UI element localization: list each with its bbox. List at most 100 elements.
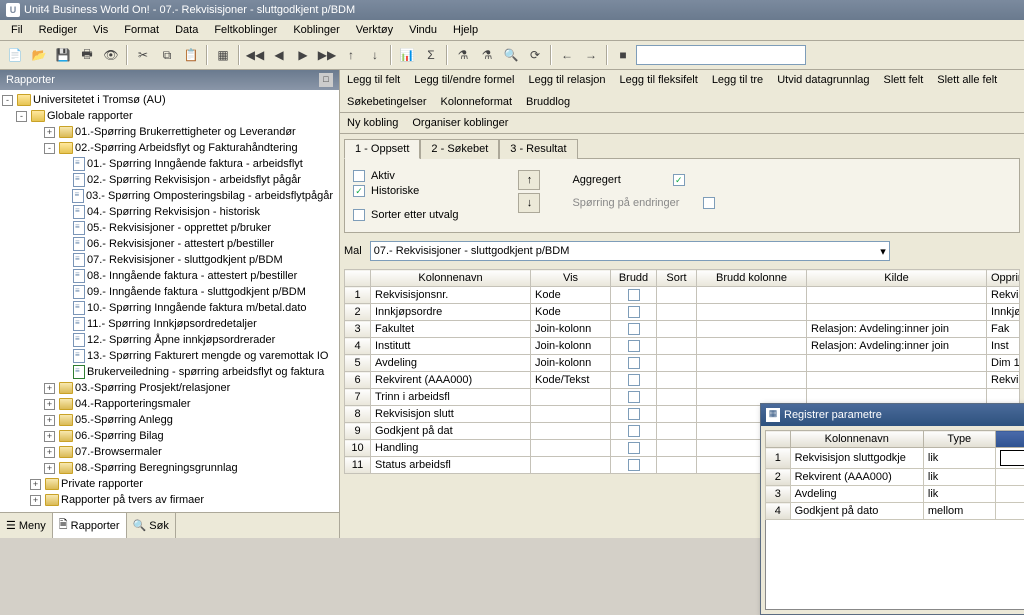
cmd-button[interactable]: Slett felt [881, 73, 927, 87]
tree-item[interactable]: 07.- Rekvisisjoner - sluttgodkjent p/BDM [2, 252, 337, 268]
brudd-checkbox[interactable] [611, 423, 657, 440]
tree-item[interactable]: 02.- Spørring Rekvisisjon - arbeidsflyt … [2, 172, 337, 188]
cmd-button[interactable]: Organiser koblinger [409, 116, 511, 130]
column-header[interactable]: Brudd kolonne [697, 270, 807, 287]
brudd-checkbox[interactable] [611, 321, 657, 338]
tree-item[interactable]: 13.- Spørring Fakturert mengde og varemo… [2, 348, 337, 364]
menu-rediger[interactable]: Rediger [32, 22, 85, 38]
expand-icon[interactable]: + [44, 383, 55, 394]
tree-item[interactable]: +04.-Rapporteringsmaler [2, 396, 337, 412]
sorter-checkbox[interactable] [353, 209, 365, 221]
column-header[interactable]: Kolonnenavn [371, 270, 531, 287]
tree-item[interactable]: 03.- Spørring Omposteringsbilag - arbeid… [2, 188, 337, 204]
table-row[interactable]: 5AvdelingJoin-kolonnDim 1 [345, 355, 1020, 372]
menu-fil[interactable]: Fil [4, 22, 30, 38]
tree-item[interactable]: 10.- Spørring Inngående faktura m/betal.… [2, 300, 337, 316]
expand-icon[interactable]: - [16, 111, 27, 122]
cmd-button[interactable]: Slett alle felt [934, 73, 1000, 87]
brudd-checkbox[interactable] [611, 457, 657, 474]
paste-icon[interactable]: 📋 [180, 44, 202, 66]
cmd-button[interactable]: Legg til relasjon [525, 73, 608, 87]
tree-item[interactable]: Brukerveiledning - spørring arbeidsflyt … [2, 364, 337, 380]
tree-item[interactable]: 01.- Spørring Inngående faktura - arbeid… [2, 156, 337, 172]
expand-icon[interactable]: + [44, 447, 55, 458]
preview-icon[interactable]: 👁 [100, 44, 122, 66]
dlg-column-header[interactable]: Type [923, 431, 995, 448]
expand-icon[interactable]: + [44, 463, 55, 474]
toolbar-combo[interactable] [636, 45, 806, 65]
subtab[interactable]: 2 - Søkebet [420, 139, 499, 159]
menu-hjelp[interactable]: Hjelp [446, 22, 485, 38]
filter1-icon[interactable]: ⚗ [452, 44, 474, 66]
dlg-column-header[interactable]: Kolonnenavn [790, 431, 923, 448]
sum-icon[interactable]: Σ [420, 44, 442, 66]
brudd-checkbox[interactable] [611, 338, 657, 355]
tree-item[interactable]: -02.-Spørring Arbeidsflyt og Fakturahånd… [2, 140, 337, 156]
tree-item[interactable]: +06.-Spørring Bilag [2, 428, 337, 444]
move-down-button[interactable]: ↓ [518, 193, 540, 213]
sheet-icon[interactable]: ▦ [212, 44, 234, 66]
expand-icon[interactable]: + [44, 127, 55, 138]
table-row[interactable]: 2InnkjøpsordreKodeInnkjøpsordre [345, 304, 1020, 321]
back-icon[interactable]: ← [556, 44, 578, 66]
brudd-checkbox[interactable] [611, 406, 657, 423]
cut-icon[interactable]: ✂ [132, 44, 154, 66]
next-icon[interactable]: ▶ [292, 44, 314, 66]
cmd-button[interactable]: Utvid datagrunnlag [774, 73, 872, 87]
cmd-button[interactable]: Legg til tre [709, 73, 766, 87]
expand-icon[interactable]: + [30, 495, 41, 506]
tree-item[interactable]: +08.-Spørring Beregningsgrunnlag [2, 460, 337, 476]
refresh-icon[interactable]: ⟳ [524, 44, 546, 66]
last-icon[interactable]: ▶▶ [316, 44, 338, 66]
search-icon[interactable]: 🔍 [500, 44, 522, 66]
left-tab-meny[interactable]: ☰Meny [0, 513, 53, 538]
param-row[interactable]: 3Avdelinglik [766, 486, 1024, 503]
brudd-checkbox[interactable] [611, 372, 657, 389]
tree-item[interactable]: +Rapporter på tvers av firmaer [2, 492, 337, 508]
menu-vindu[interactable]: Vindu [402, 22, 444, 38]
aggregert-checkbox[interactable]: ✓ [673, 174, 685, 186]
new-icon[interactable]: 📄 [4, 44, 26, 66]
move-up-button[interactable]: ↑ [518, 170, 540, 190]
menu-verktøy[interactable]: Verktøy [349, 22, 400, 38]
subtab[interactable]: 3 - Resultat [499, 139, 577, 159]
down-icon[interactable]: ↓ [364, 44, 386, 66]
cmd-button[interactable]: Legg til fleksifelt [617, 73, 701, 87]
historiske-checkbox[interactable]: ✓ [353, 185, 365, 197]
column-header[interactable]: Vis [531, 270, 611, 287]
expand-icon[interactable]: + [30, 479, 41, 490]
menu-vis[interactable]: Vis [86, 22, 115, 38]
tree-item[interactable]: 11.- Spørring Innkjøpsordredetaljer [2, 316, 337, 332]
forward-icon[interactable]: → [580, 44, 602, 66]
menu-koblinger[interactable]: Koblinger [286, 22, 346, 38]
print-icon[interactable]: 🖶 [76, 44, 98, 66]
cmd-button[interactable]: Kolonneformat [438, 95, 516, 109]
table-row[interactable]: 6Rekvirent (AAA000)Kode/TekstRekvirent [345, 372, 1020, 389]
subtab[interactable]: 1 - Oppsett [344, 139, 420, 159]
prev-icon[interactable]: ◀ [268, 44, 290, 66]
tree-item[interactable]: +01.-Spørring Brukerrettigheter og Lever… [2, 124, 337, 140]
expand-icon[interactable]: + [44, 415, 55, 426]
cmd-button[interactable]: Søkebetingelser [344, 95, 430, 109]
open-icon[interactable]: 📂 [28, 44, 50, 66]
copy-icon[interactable]: ⧉ [156, 44, 178, 66]
fra-input[interactable] [1000, 450, 1024, 466]
param-row[interactable]: 4Godkjent på datomellom [766, 503, 1024, 520]
expand-icon[interactable]: + [44, 399, 55, 410]
brudd-checkbox[interactable] [611, 355, 657, 372]
left-tab-søk[interactable]: 🔍Søk [127, 513, 176, 538]
param-row[interactable]: 1Rekvisisjon sluttgodkjelik [766, 448, 1024, 469]
column-header[interactable]: Opprinnelig [987, 270, 1020, 287]
menu-data[interactable]: Data [168, 22, 205, 38]
expand-icon[interactable]: - [44, 143, 55, 154]
tree-item[interactable]: +05.-Spørring Anlegg [2, 412, 337, 428]
expand-icon[interactable]: - [2, 95, 13, 106]
dlg-column-header[interactable]: Fra [995, 431, 1024, 448]
column-header[interactable]: Sort [657, 270, 697, 287]
first-icon[interactable]: ◀◀ [244, 44, 266, 66]
tree-item[interactable]: 09.- Inngående faktura - sluttgodkjent p… [2, 284, 337, 300]
params-grid[interactable]: KolonnenavnTypeFraTil 1Rekvisisjon slutt… [765, 430, 1024, 520]
table-row[interactable]: 1Rekvisisjonsnr.KodeRekvisisjonsnr. [345, 287, 1020, 304]
tree-item[interactable]: -Globale rapporter [2, 108, 337, 124]
tree-item[interactable]: 05.- Rekvisisjoner - opprettet p/bruker [2, 220, 337, 236]
